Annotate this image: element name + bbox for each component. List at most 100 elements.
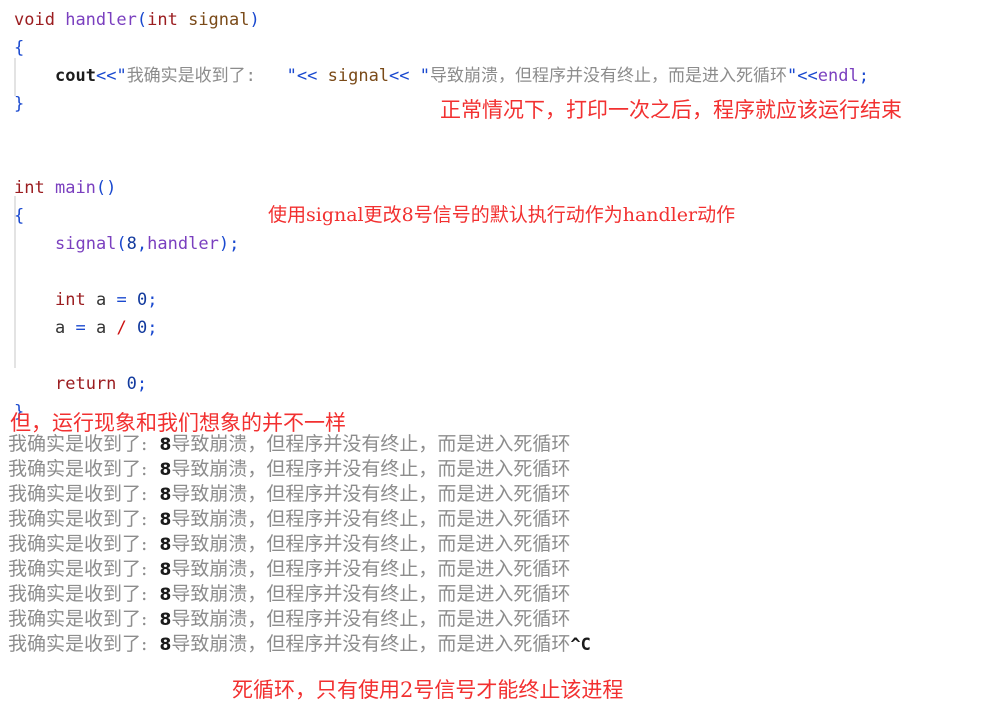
code-line-signal-call: signal(8,handler); [0, 230, 992, 258]
code-token: void [14, 10, 55, 30]
terminal-signal-number: 8 [159, 535, 172, 555]
terminal-prefix: 我确实是收到了: [8, 508, 160, 530]
code-line-func-signature: void handler(int signal) [0, 6, 992, 34]
terminal-suffix: 导致崩溃，但程序并没有终止，而是进入死循环 [171, 433, 571, 455]
terminal-suffix: 导致崩溃，但程序并没有终止，而是进入死循环 [171, 508, 571, 530]
terminal-signal-number: 8 [159, 585, 172, 605]
code-token: 0 [136, 290, 148, 310]
code-token: 0 [126, 374, 137, 394]
code-token: ; [136, 374, 148, 394]
terminal-signal-number: 8 [159, 610, 172, 630]
code-line-declare-a: int a = 0; [0, 286, 992, 314]
terminal-signal-number: 8 [159, 560, 172, 580]
code-token: ) [249, 10, 260, 30]
terminal-prefix: 我确实是收到了: [8, 458, 160, 480]
code-token: 我确实是收到了: [126, 66, 287, 86]
code-token: a [55, 318, 66, 338]
code-line-divide-by-zero: a = a / 0; [0, 314, 992, 342]
code-token: signal [55, 234, 117, 254]
terminal-line: 我确实是收到了: 8导致崩溃，但程序并没有终止，而是进入死循环 [8, 582, 988, 607]
terminal-suffix: 导致崩溃，但程序并没有终止，而是进入死循环 [171, 533, 571, 555]
terminal-output: 我确实是收到了: 8导致崩溃，但程序并没有终止，而是进入死循环 我确实是收到了: … [8, 432, 988, 657]
code-token: () [95, 178, 117, 198]
code-token: ; [147, 290, 158, 310]
code-token: " [419, 66, 431, 86]
code-token: 8 [126, 234, 137, 254]
terminal-signal-number: 8 [159, 460, 172, 480]
code-token: " [116, 66, 127, 86]
code-token: " [787, 66, 798, 86]
annotation-signal-usage: 使用signal更改8号信号的默认执行动作为handler动作 [268, 204, 736, 226]
code-token: << [296, 66, 318, 86]
terminal-signal-number: 8 [159, 635, 172, 655]
code-line-blank-2 [0, 146, 992, 174]
terminal-prefix: 我确实是收到了: [8, 583, 160, 605]
terminal-ctrl-c: ^C [570, 635, 591, 655]
terminal-prefix: 我确实是收到了: [8, 608, 160, 630]
code-token: / [116, 318, 127, 338]
code-token: signal [327, 66, 390, 86]
code-token: main [54, 178, 96, 198]
terminal-prefix: 我确实是收到了: [8, 533, 160, 555]
terminal-line: 我确实是收到了: 8导致崩溃，但程序并没有终止，而是进入死循环 [8, 557, 988, 582]
terminal-suffix: 导致崩溃，但程序并没有终止，而是进入死循环 [171, 608, 571, 630]
code-token: handler [65, 10, 137, 30]
terminal-prefix: 我确实是收到了: [8, 558, 160, 580]
code-line-blank-4 [0, 342, 992, 370]
terminal-suffix: 导致崩溃，但程序并没有终止，而是进入死循环 [171, 558, 571, 580]
code-line-blank-3 [0, 258, 992, 286]
code-token: int [14, 178, 45, 198]
code-token: = [116, 290, 127, 310]
code-token: cout [55, 66, 96, 86]
terminal-suffix: 导致崩溃，但程序并没有终止，而是进入死循环 [171, 583, 571, 605]
code-token: 0 [137, 318, 148, 338]
code-line-cout-statement: cout<<"我确实是收到了: "<< signal<< "导致崩溃，但程序并没… [0, 62, 992, 90]
code-token: a [96, 318, 107, 338]
code-token: int [55, 290, 86, 310]
code-token: << [95, 66, 117, 86]
code-token: ( [116, 234, 127, 254]
code-line-return-statement: return 0; [0, 370, 992, 398]
code-token: return [55, 374, 117, 394]
terminal-prefix: 我确实是收到了: [8, 433, 160, 455]
terminal-line: 我确实是收到了: 8导致崩溃，但程序并没有终止，而是进入死循环 [8, 482, 988, 507]
terminal-suffix: 导致崩溃，但程序并没有终止，而是进入死循环 [171, 633, 571, 655]
code-token: endl [817, 66, 859, 86]
terminal-line: 我确实是收到了: 8导致崩溃，但程序并没有终止，而是进入死循环 [8, 457, 988, 482]
terminal-line: 我确实是收到了: 8导致崩溃，但程序并没有终止，而是进入死循环 [8, 507, 988, 532]
code-token: } [14, 94, 25, 114]
code-token: { [14, 206, 25, 226]
code-token: ); [218, 234, 240, 254]
code-token: a [95, 290, 107, 310]
terminal-line: 我确实是收到了: 8导致崩溃，但程序并没有终止，而是进入死循环^C [8, 632, 988, 657]
terminal-signal-number: 8 [159, 485, 172, 505]
terminal-suffix: 导致崩溃，但程序并没有终止，而是进入死循环 [171, 483, 571, 505]
terminal-line: 我确实是收到了: 8导致崩溃，但程序并没有终止，而是进入死循环 [8, 432, 988, 457]
code-line-main-signature: int main() [0, 174, 992, 202]
code-token: ( [136, 10, 148, 30]
code-token: ; [147, 318, 158, 338]
terminal-prefix: 我确实是收到了: [8, 633, 160, 655]
code-token: " [286, 66, 297, 86]
terminal-signal-number: 8 [159, 510, 172, 530]
code-token: signal [188, 10, 250, 30]
annotation-conclusion: 死循环，只有使用2号信号才能终止该进程 [232, 678, 624, 702]
code-token: handler [147, 234, 219, 254]
terminal-prefix: 我确实是收到了: [8, 483, 160, 505]
code-token: , [136, 234, 148, 254]
code-token: 导致崩溃，但程序并没有终止，而是进入死循环 [430, 66, 788, 86]
